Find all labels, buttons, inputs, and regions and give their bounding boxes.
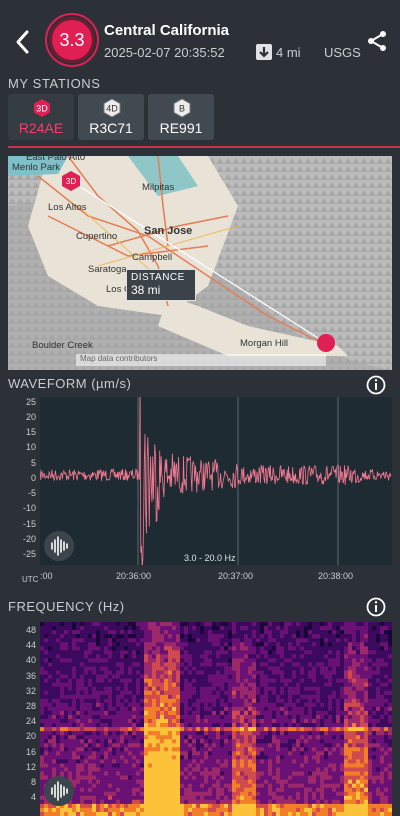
svg-text:Boulder Creek: Boulder Creek (32, 340, 93, 351)
frequency-y-tick: 32 (25, 685, 36, 696)
distance-label: DISTANCE (131, 272, 185, 283)
waveform-y-tick: -10 (22, 503, 36, 514)
station-tab-r24ae[interactable]: 3D R24AE (8, 94, 74, 140)
svg-text:Cupertino: Cupertino (76, 231, 117, 242)
frequency-y-tick: 8 (30, 777, 36, 787)
frequency-y-tick: 48 (25, 625, 36, 635)
info-icon[interactable] (366, 375, 386, 395)
svg-text:4D: 4D (106, 104, 118, 114)
distance-tooltip: DISTANCE 38 mi (126, 269, 196, 301)
waveform-band: 3.0 - 20.0 Hz (184, 553, 236, 563)
chevron-left-icon[interactable] (12, 28, 34, 56)
waveform-sound-icon[interactable] (44, 531, 74, 561)
waveform-y-tick: 20 (25, 411, 36, 422)
frequency-y-tick: 16 (25, 746, 36, 757)
waveform-y-tick: -15 (22, 518, 36, 529)
svg-text:B: B (179, 104, 185, 114)
share-icon[interactable] (366, 30, 388, 52)
waveform-y-tick: 0 (30, 472, 36, 483)
event-map[interactable]: East Palo Alto Menlo Park Milpitas Los A… (8, 156, 392, 370)
event-header: 3.3 Central California 2025-02-07 20:35:… (0, 0, 400, 72)
map-attribution[interactable]: Map data contributors (76, 354, 326, 366)
station-name: R24AE (18, 120, 64, 136)
station-tab-re991[interactable]: B RE991 (148, 94, 214, 140)
waveform-y-tick: -20 (22, 534, 36, 545)
epicenter-marker (317, 334, 335, 352)
event-source: USGS (324, 45, 361, 60)
magnitude-badge: 3.3 (49, 17, 95, 63)
distance-value: 38 mi (131, 283, 161, 297)
svg-text:Morgan Hill: Morgan Hill (240, 338, 288, 349)
map-canvas: East Palo Alto Menlo Park Milpitas Los A… (8, 156, 392, 370)
station-tab-r3c71[interactable]: 4D R3C71 (78, 94, 144, 140)
info-icon[interactable] (366, 597, 386, 617)
waveform-x-tick: :00 (40, 571, 53, 581)
svg-text:3D: 3D (36, 104, 48, 114)
frequency-y-tick: 36 (25, 670, 36, 681)
waveform-sound-icon[interactable] (44, 776, 74, 806)
frequency-y-tick: 4 (30, 792, 36, 803)
station-badge-icon: 4D (103, 98, 121, 118)
waveform-plot[interactable] (40, 397, 392, 565)
station-name: R3C71 (89, 120, 133, 136)
svg-text:Saratoga: Saratoga (88, 264, 127, 275)
frequency-y-tick: 24 (25, 716, 36, 727)
event-timestamp: 2025-02-07 20:35:52 (104, 45, 225, 60)
waveform-x-tick: 20:38:00 (318, 571, 354, 581)
spectrogram-image (40, 622, 392, 816)
waveform-x-tick: 20:37:00 (218, 571, 254, 581)
waveform-trace (40, 397, 392, 565)
waveform-y-tick: 5 (30, 457, 36, 468)
frequency-y-tick: 20 (25, 731, 36, 742)
waveform-y-tick: 10 (25, 442, 36, 453)
down-arrow-icon (256, 44, 272, 60)
waveform-y-tick: 25 (25, 396, 36, 407)
svg-text:Campbell: Campbell (132, 252, 172, 263)
waveform-y-tick: -25 (22, 549, 36, 560)
svg-text:Milpitas: Milpitas (142, 182, 174, 193)
svg-text:Los Altos: Los Altos (48, 202, 87, 213)
utc-label: UTC (22, 575, 39, 584)
my-stations-label: MY STATIONS (8, 76, 101, 91)
event-depth: 4 mi (276, 45, 301, 60)
station-badge-icon: 3D (34, 99, 50, 117)
frequency-y-tick: 44 (25, 640, 36, 651)
waveform-y-tick: 15 (25, 427, 36, 438)
map-station-badge: 3D (66, 177, 76, 186)
frequency-y-tick: 40 (25, 655, 36, 666)
waveform-x-tick: 20:36:00 (116, 571, 152, 581)
station-badge-icon: B (173, 98, 191, 118)
frequency-title: FREQUENCY (Hz) (8, 599, 125, 614)
spectrogram-plot[interactable] (40, 622, 392, 816)
station-name: RE991 (159, 120, 203, 136)
event-region: Central California (104, 22, 230, 39)
svg-text:San Jose: San Jose (144, 225, 192, 237)
frequency-y-tick: 28 (25, 701, 36, 711)
svg-text:Menlo Park: Menlo Park (12, 162, 60, 173)
waveform-title: WAVEFORM (µm/s) (8, 376, 132, 391)
waveform-y-tick: -5 (27, 488, 36, 499)
waveform-signal (40, 397, 392, 565)
frequency-y-tick: 12 (25, 761, 36, 772)
station-divider (8, 146, 400, 148)
